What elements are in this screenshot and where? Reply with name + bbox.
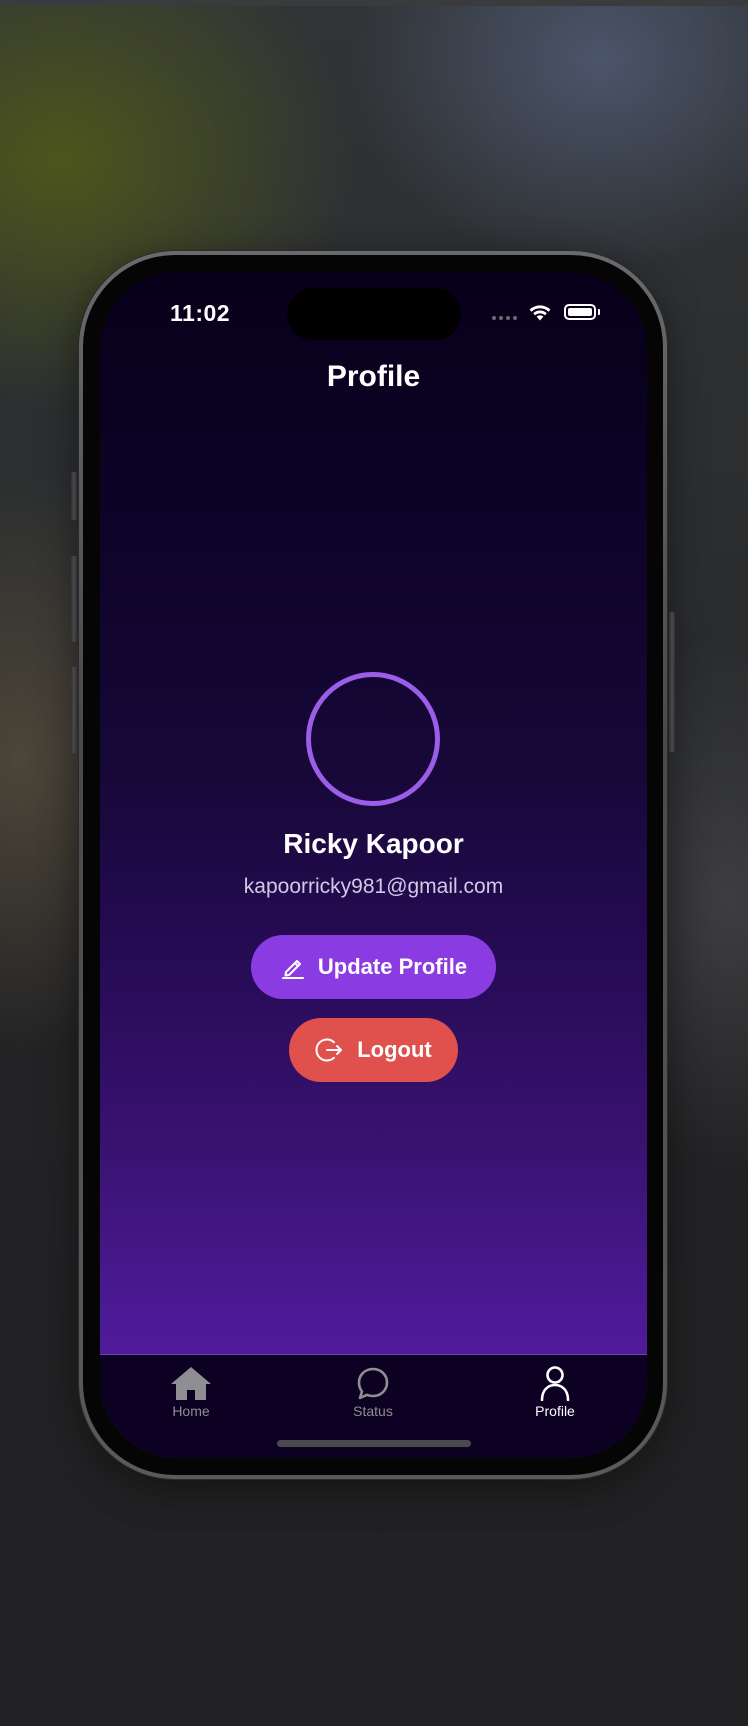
logout-button[interactable]: Logout — [289, 1018, 458, 1082]
tab-profile[interactable]: Profile — [495, 1365, 615, 1425]
volume-up-button — [71, 556, 77, 642]
chat-bubble-icon — [357, 1367, 389, 1400]
battery-cap — [598, 309, 600, 315]
home-indicator[interactable] — [277, 1440, 471, 1447]
action-button — [71, 472, 77, 520]
person-icon — [540, 1366, 570, 1401]
logout-icon — [315, 1038, 343, 1062]
status-time: 11:02 — [170, 300, 231, 326]
page-title: Profile — [326, 360, 421, 393]
status-bar: 11:02 — [100, 272, 647, 342]
avatar[interactable] — [306, 672, 440, 806]
battery-icon — [564, 304, 596, 320]
logout-label: Logout — [357, 1037, 432, 1062]
update-profile-button[interactable]: Update Profile — [251, 935, 496, 999]
update-profile-label: Update Profile — [317, 954, 468, 979]
home-icon — [171, 1367, 211, 1400]
tab-status[interactable]: Status — [313, 1365, 433, 1425]
wifi-icon — [529, 305, 551, 321]
pencil-icon — [281, 960, 304, 979]
user-email: kapoorricky981@gmail.com — [243, 875, 504, 898]
tab-profile-label: Profile — [535, 1403, 575, 1419]
user-name: Ricky Kapoor — [283, 828, 464, 859]
tab-status-label: Status — [353, 1403, 393, 1419]
power-button — [669, 612, 675, 752]
dynamic-island — [287, 288, 461, 340]
tab-home[interactable]: Home — [131, 1365, 251, 1425]
cellular-signal-icon — [492, 316, 517, 320]
battery-fill — [568, 308, 592, 316]
top-edge — [0, 0, 748, 6]
volume-down-button — [71, 667, 77, 753]
app-screen: 11:02 Profile Ricky Kapoor kapoorricky98… — [100, 272, 647, 1458]
tab-home-label: Home — [172, 1403, 210, 1419]
